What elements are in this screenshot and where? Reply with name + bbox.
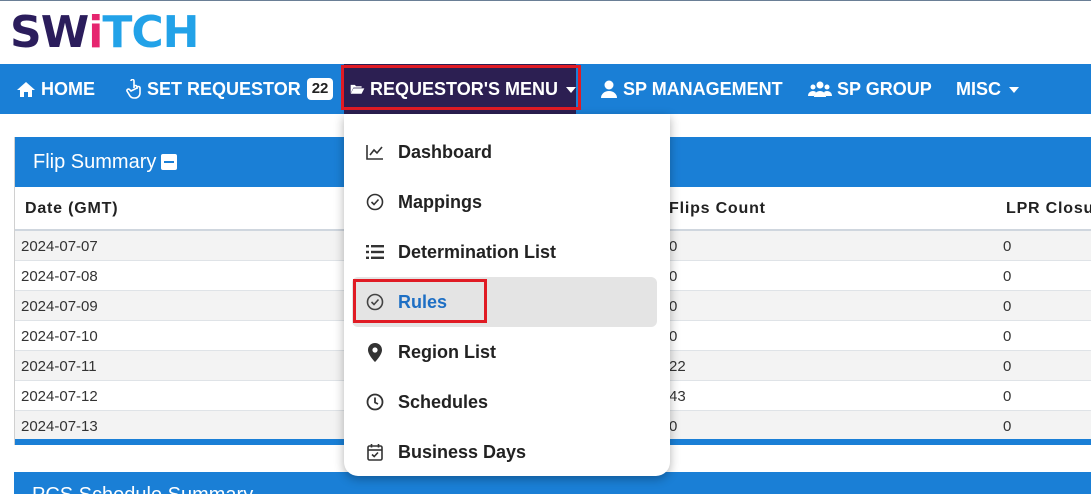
nav-sp-group-label: SP GROUP xyxy=(837,78,932,99)
nav-highlight-box xyxy=(341,65,581,110)
menu-item-region-list[interactable]: Region List xyxy=(352,327,657,377)
logo-text-tch: TCH xyxy=(102,7,199,58)
logo-text-sw: SW xyxy=(10,7,89,58)
cell-flips-count: 0 xyxy=(669,238,678,255)
check-circle-icon xyxy=(366,193,384,211)
menu-item-label: Schedules xyxy=(398,391,489,412)
cell-flips-count: 0 xyxy=(669,328,678,345)
nav-home-label: HOME xyxy=(41,78,95,99)
cell-flips-count: 43 xyxy=(669,388,686,405)
menu-item-mappings[interactable]: Mappings xyxy=(352,177,657,227)
cell-lpr-closure: 0 xyxy=(1003,328,1012,345)
map-pin-icon xyxy=(368,342,382,362)
cell-date: 2024-07-10 xyxy=(21,328,98,345)
cell-lpr-closure: 0 xyxy=(1003,358,1012,375)
users-group-icon xyxy=(808,81,832,97)
cell-date: 2024-07-09 xyxy=(21,298,98,315)
second-panel-title: PCS Schedule Summary xyxy=(32,484,253,494)
header-bar: SW i TCH xyxy=(0,0,1091,64)
menu-item-schedules[interactable]: Schedules xyxy=(352,377,657,427)
nav-home[interactable]: HOME xyxy=(16,64,95,114)
requestor-count-badge: 22 xyxy=(306,78,334,100)
nav-misc[interactable]: MISC xyxy=(956,64,1019,114)
cell-date: 2024-07-07 xyxy=(21,238,98,255)
menu-item-label: Determination List xyxy=(398,241,557,262)
logo-text-i: i xyxy=(88,7,103,58)
cell-flips-count: 0 xyxy=(669,298,678,315)
menu-item-label: Business Days xyxy=(398,441,527,462)
column-header-date[interactable]: Date (GMT) xyxy=(25,200,118,218)
cell-date: 2024-07-12 xyxy=(21,388,98,405)
clock-icon xyxy=(366,393,384,411)
cell-flips-count: 0 xyxy=(669,268,678,285)
nav-misc-label: MISC xyxy=(956,78,1001,99)
flip-summary-title: Flip Summary xyxy=(33,150,157,173)
menu-item-label: Mappings xyxy=(398,191,482,212)
cell-flips-count: 22 xyxy=(669,358,686,375)
cell-date: 2024-07-13 xyxy=(21,418,98,435)
cell-lpr-closure: 0 xyxy=(1003,418,1012,435)
calendar-check-icon xyxy=(367,444,383,461)
column-header-lpr-closure[interactable]: LPR Closur xyxy=(1006,200,1091,218)
user-icon xyxy=(601,80,617,98)
cell-date: 2024-07-11 xyxy=(21,358,97,375)
nav-sp-management[interactable]: SP MANAGEMENT xyxy=(600,64,783,114)
column-header-flips-count[interactable]: Flips Count xyxy=(669,200,766,218)
cell-flips-count: 0 xyxy=(669,418,678,435)
menu-item-determination-list[interactable]: Determination List xyxy=(352,227,657,277)
nav-sp-management-label: SP MANAGEMENT xyxy=(623,78,783,99)
menu-item-label: Region List xyxy=(398,341,496,362)
nav-set-requestor[interactable]: SET REQUESTOR 22 xyxy=(126,64,334,114)
menu-item-business-days[interactable]: Business Days xyxy=(352,427,657,477)
nav-sp-group[interactable]: SP GROUP xyxy=(808,64,932,114)
hand-pointer-icon xyxy=(126,79,141,99)
menu-item-dashboard[interactable]: Dashboard xyxy=(352,127,657,177)
collapse-minus-icon[interactable] xyxy=(161,154,178,170)
chart-line-icon xyxy=(366,145,383,160)
cell-lpr-closure: 0 xyxy=(1003,238,1012,255)
nav-set-requestor-label: SET REQUESTOR xyxy=(147,78,301,99)
cell-date: 2024-07-08 xyxy=(21,268,98,285)
cell-lpr-closure: 0 xyxy=(1003,298,1012,315)
chevron-down-icon xyxy=(1009,87,1019,93)
cell-lpr-closure: 0 xyxy=(1003,268,1012,285)
list-icon xyxy=(366,245,384,259)
cell-lpr-closure: 0 xyxy=(1003,388,1012,405)
rules-highlight-box xyxy=(353,279,487,323)
switch-logo[interactable]: SW i TCH xyxy=(10,7,199,59)
menu-item-label: Dashboard xyxy=(398,141,493,162)
home-icon xyxy=(17,81,35,97)
